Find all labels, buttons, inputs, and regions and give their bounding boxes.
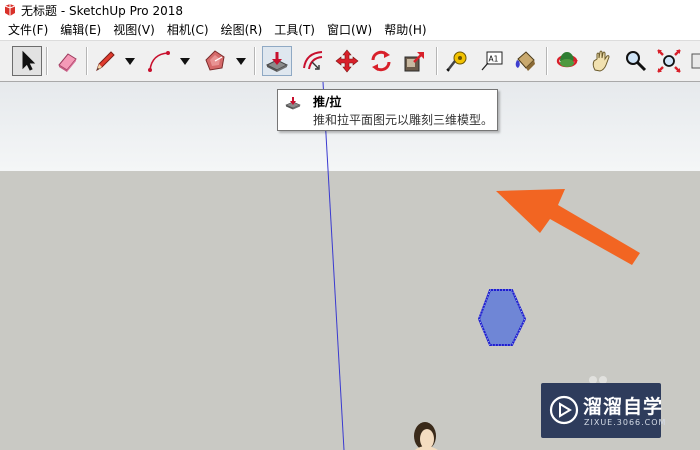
move-tool-button[interactable] <box>332 46 362 76</box>
menu-view[interactable]: 视图(V) <box>107 20 161 40</box>
menu-edit[interactable]: 编辑(E) <box>54 20 107 40</box>
paint-bucket-icon <box>515 51 535 71</box>
arc-icon <box>148 51 170 72</box>
menu-window[interactable]: 窗口(W) <box>321 20 378 40</box>
text-label-icon: A1 <box>481 51 503 71</box>
push-pull-icon <box>265 52 289 72</box>
title-bar: 无标题 - SketchUp Pro 2018 <box>0 0 700 20</box>
toolbar-overflow-tool[interactable] <box>686 46 700 76</box>
pencil-icon <box>96 51 115 72</box>
arc-tool-button[interactable] <box>144 46 174 76</box>
hexagon-face[interactable] <box>477 289 527 346</box>
zoom-tool-button[interactable] <box>620 46 650 76</box>
scale-icon <box>404 52 424 72</box>
line-tool-dropdown-icon[interactable] <box>125 58 135 66</box>
main-toolbar: A1 <box>0 40 700 82</box>
toolbar-separator <box>436 47 438 75</box>
shape-tool-dropdown-icon[interactable] <box>236 58 246 66</box>
toolbar-separator <box>86 47 88 75</box>
menu-camera[interactable]: 相机(C) <box>161 20 215 40</box>
tape-measure-icon <box>446 51 467 72</box>
magnifier-icon <box>626 51 647 72</box>
toolbar-separator <box>546 47 548 75</box>
watermark-name: 溜溜自学 <box>583 396 664 418</box>
rotate-tool-button[interactable] <box>366 46 396 76</box>
rotate-icon <box>371 50 391 72</box>
hand-icon <box>592 50 610 72</box>
push-pull-icon <box>285 97 301 110</box>
menu-help[interactable]: 帮助(H) <box>378 20 432 40</box>
tooltip-title: 推/拉 <box>313 95 342 109</box>
push-pull-tool-button[interactable] <box>262 46 292 76</box>
move-icon <box>335 49 359 73</box>
scale-figure <box>414 422 438 450</box>
menu-draw[interactable]: 绘图(R) <box>215 20 269 40</box>
zoom-extents-tool-button[interactable] <box>654 46 684 76</box>
play-logo-icon <box>549 395 579 425</box>
arc-tool-dropdown-icon[interactable] <box>180 58 190 66</box>
arrow-cursor-icon <box>22 50 36 71</box>
watermark-badge: 溜溜自学 ZIXUE.3066.COM <box>541 383 665 438</box>
polygon-icon <box>205 50 225 71</box>
tape-measure-tool-button[interactable] <box>442 46 472 76</box>
text-tool-button[interactable]: A1 <box>476 46 506 76</box>
eraser-tool-button[interactable] <box>52 46 82 76</box>
green-axis-line <box>322 82 345 450</box>
menu-file[interactable]: 文件(F) <box>2 20 54 40</box>
orbit-tool-button[interactable] <box>552 46 582 76</box>
zoom-extents-icon <box>657 49 681 73</box>
tooltip-description: 推和拉平面图元以雕刻三维模型。 <box>313 113 494 127</box>
shape-tool-button[interactable] <box>200 46 230 76</box>
watermark-url: ZIXUE.3066.COM <box>584 418 667 427</box>
select-tool-button[interactable] <box>12 46 42 76</box>
pan-tool-button[interactable] <box>586 46 616 76</box>
window-title: 无标题 - SketchUp Pro 2018 <box>21 3 183 18</box>
menu-bar: 文件(F) 编辑(E) 视图(V) 相机(C) 绘图(R) 工具(T) 窗口(W… <box>0 20 700 40</box>
menu-tools[interactable]: 工具(T) <box>268 20 321 40</box>
push-pull-tooltip: 推/拉 推和拉平面图元以雕刻三维模型。 <box>277 89 498 131</box>
toolbar-separator <box>46 47 48 75</box>
eraser-icon <box>58 53 77 72</box>
toolbar-separator <box>254 47 256 75</box>
offset-tool-button[interactable] <box>298 46 328 76</box>
orbit-icon <box>556 52 578 68</box>
svg-text:A1: A1 <box>489 55 499 64</box>
sketchup-logo-icon <box>3 3 17 17</box>
previous-view-icon <box>691 53 700 69</box>
offset-icon <box>303 51 323 70</box>
paint-bucket-tool-button[interactable] <box>510 46 540 76</box>
scale-tool-button[interactable] <box>400 46 430 76</box>
annotation-arrow <box>496 189 640 265</box>
line-tool-button[interactable] <box>90 46 120 76</box>
